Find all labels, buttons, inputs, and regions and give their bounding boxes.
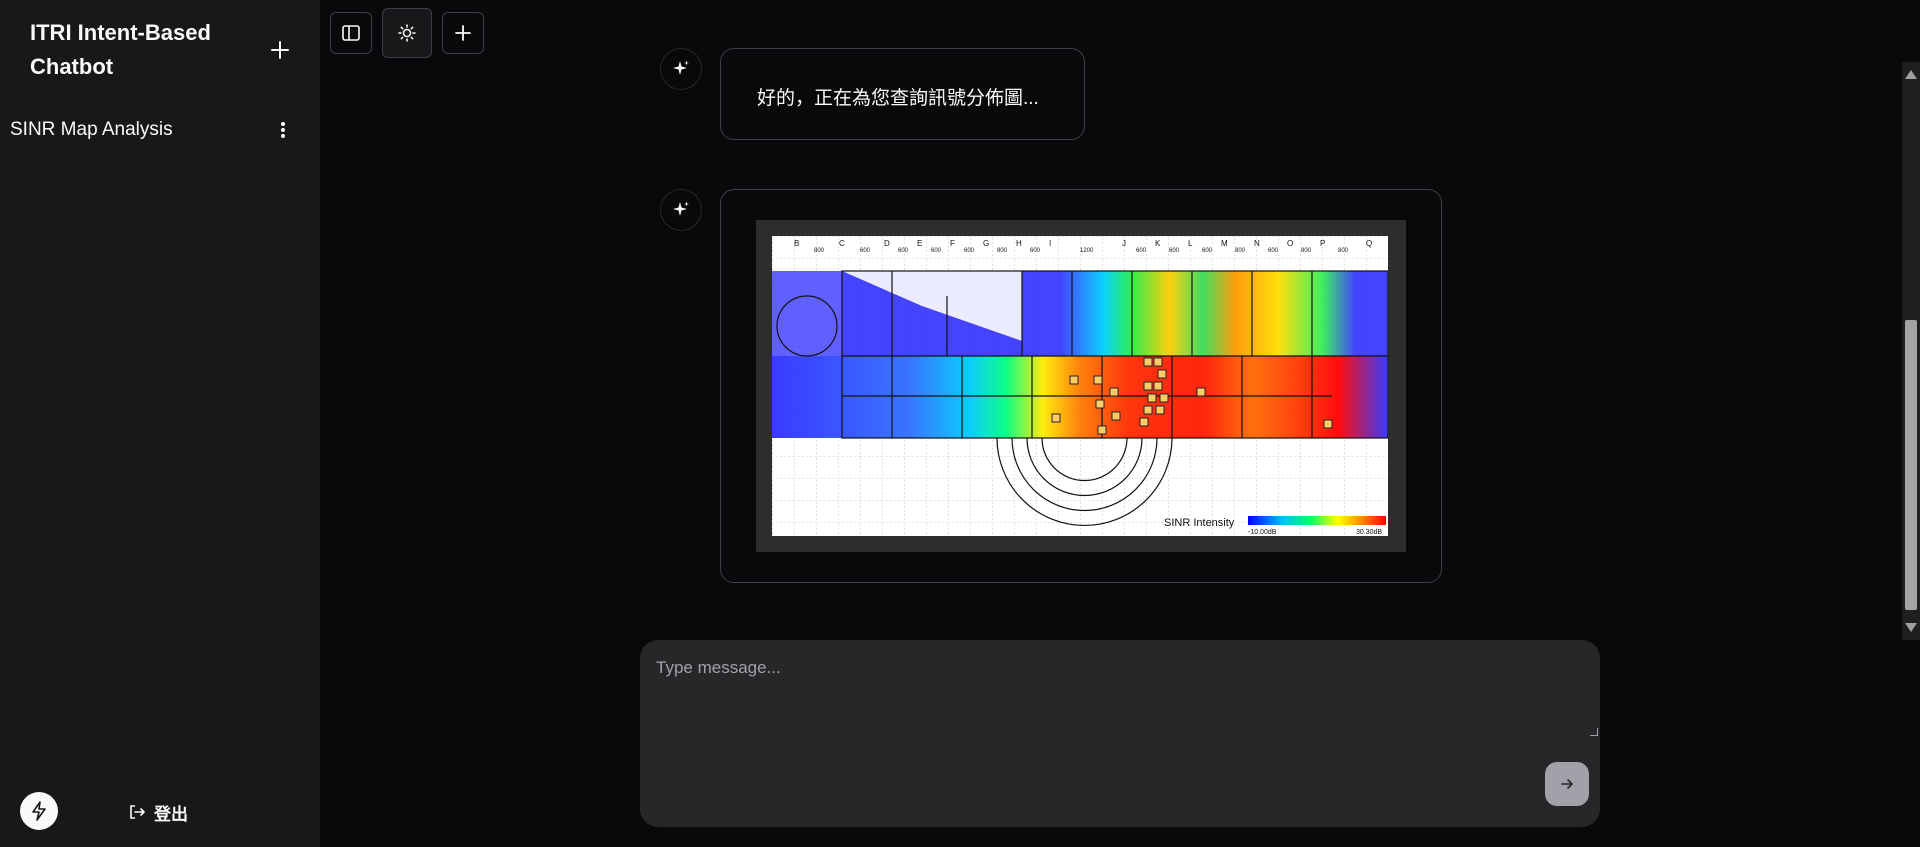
resize-handle-icon[interactable] [1590,728,1598,736]
sidebar-item-sinr-map-analysis[interactable]: SINR Map Analysis [0,114,305,146]
sidebar-toggle-button[interactable] [330,12,372,54]
column-label: Q [1366,239,1372,248]
dimension-label: 600 [1169,248,1180,254]
new-chat-button[interactable] [264,34,296,66]
column-label: O [1287,239,1293,248]
column-label: G [983,239,989,248]
legend-max: 30.30dB [1356,529,1382,536]
column-label: N [1254,239,1260,248]
theme-toggle-button[interactable] [382,8,432,58]
legend-title: SINR Intensity [1164,517,1235,529]
sinr-heatmap-image[interactable]: B C D E F G H I J K L M N O P Q 800 600 … [772,236,1388,536]
column-label: C [839,239,845,248]
scroll-thumb[interactable] [1905,320,1917,610]
message-composer [640,640,1600,827]
logout-icon [130,805,145,819]
column-label: I [1049,239,1051,248]
assistant-avatar [660,189,702,231]
dimension-label: 600 [1202,248,1213,254]
new-chat-toolbar-button[interactable] [442,12,484,54]
sparkles-icon [673,60,689,75]
sidebar: ITRI Intent-Based Chatbot SINR Map Analy… [0,0,320,847]
column-label: M [1221,239,1228,248]
image-frame: B C D E F G H I J K L M N O P Q 800 600 … [756,220,1406,552]
arrow-right-icon [1561,779,1573,789]
logout-button[interactable]: 登出 [128,800,188,824]
plus-icon [271,41,289,59]
sun-icon [398,24,416,42]
more-options-icon[interactable] [273,120,293,140]
dimension-label: 600 [964,248,975,254]
dimension-label: 600 [860,248,871,254]
lightning-icon[interactable] [20,792,58,830]
message-text: 好的，正在為您查詢訊號分佈圖... [757,88,1039,109]
dimension-label: 1200 [1080,248,1094,254]
dimension-label: 800 [1301,248,1312,254]
logout-label: 登出 [154,804,188,824]
message-input[interactable] [656,658,1584,758]
column-label: D [884,239,890,248]
legend-min: -10.00dB [1248,529,1277,536]
dimension-label: 600 [931,248,942,254]
toolbar [330,8,484,58]
sparkles-icon [673,201,689,216]
sidebar-item-label: SINR Map Analysis [10,119,173,140]
assistant-message: 好的，正在為您查詢訊號分佈圖... [720,48,1085,140]
column-label: B [794,239,799,248]
scroll-down-arrow[interactable] [1905,623,1917,632]
app-title: ITRI Intent-Based Chatbot [30,20,211,79]
assistant-image-message: B C D E F G H I J K L M N O P Q 800 600 … [720,189,1442,583]
scroll-up-arrow[interactable] [1905,70,1917,79]
dimension-label: 800 [1235,248,1246,254]
column-label: E [917,239,922,248]
scrollbar[interactable] [1902,62,1920,640]
dimension-label: 600 [1136,248,1147,254]
sidebar-toggle-icon [342,25,360,41]
column-label: F [950,239,955,248]
dimension-label: 600 [1268,248,1279,254]
column-label: J [1122,239,1126,248]
dimension-label: 600 [898,248,909,254]
send-button[interactable] [1545,762,1589,806]
legend-colorbar [1248,516,1386,525]
column-label: L [1188,239,1193,248]
plus-icon [455,25,471,41]
dimension-label: 600 [1030,248,1041,254]
column-label: H [1016,239,1022,248]
dimension-label: 800 [814,248,825,254]
column-label: P [1320,239,1325,248]
dimension-label: 800 [997,248,1008,254]
dimension-label: 800 [1338,248,1349,254]
assistant-avatar [660,48,702,90]
column-label: K [1155,239,1161,248]
